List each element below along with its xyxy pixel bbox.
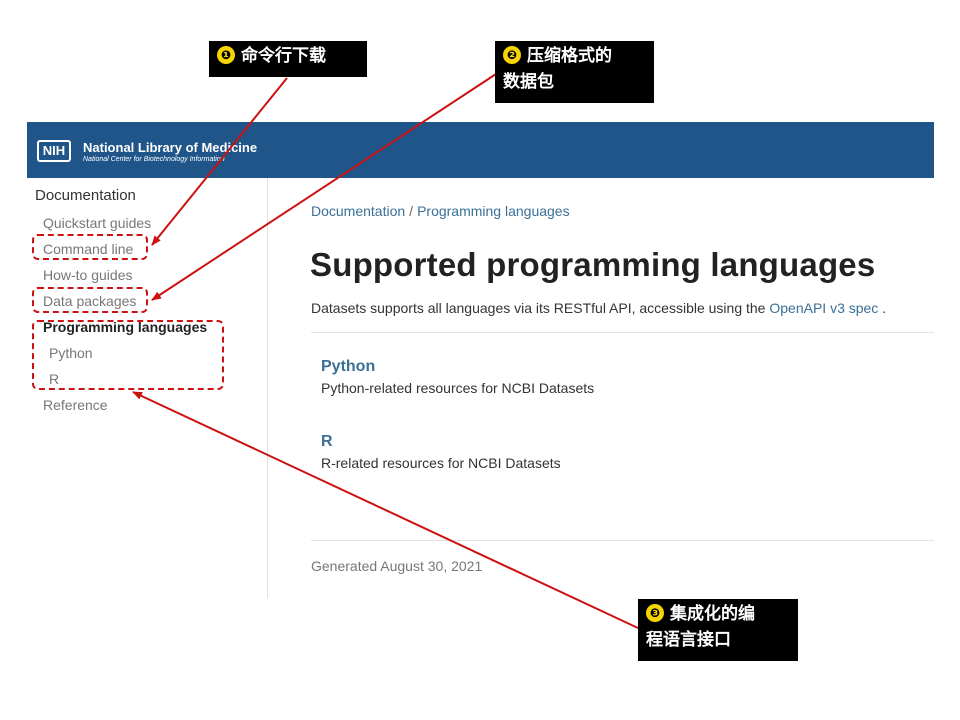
callout-number-3: ❸ (646, 604, 664, 622)
arrow-1 (151, 77, 288, 246)
callout-2: ❷ 压缩格式的 数据包 (495, 41, 654, 103)
callout-number-2: ❷ (503, 46, 521, 64)
annotation-arrows (132, 73, 639, 629)
callout-2-line-2: 数据包 (503, 72, 554, 92)
callout-number-1: ❶ (217, 46, 235, 64)
arrow-3 (132, 391, 639, 629)
arrow-2 (151, 73, 497, 301)
callout-3: ❸ 集成化的编 程语言接口 (638, 599, 798, 661)
callout-3-line-2: 程语言接口 (646, 630, 731, 650)
callout-2-line-1: 压缩格式的 (527, 46, 612, 66)
callout-1-text: 命令行下载 (241, 46, 326, 66)
callout-3-line-1: 集成化的编 (670, 604, 755, 624)
callout-1: ❶ 命令行下载 (209, 41, 367, 77)
